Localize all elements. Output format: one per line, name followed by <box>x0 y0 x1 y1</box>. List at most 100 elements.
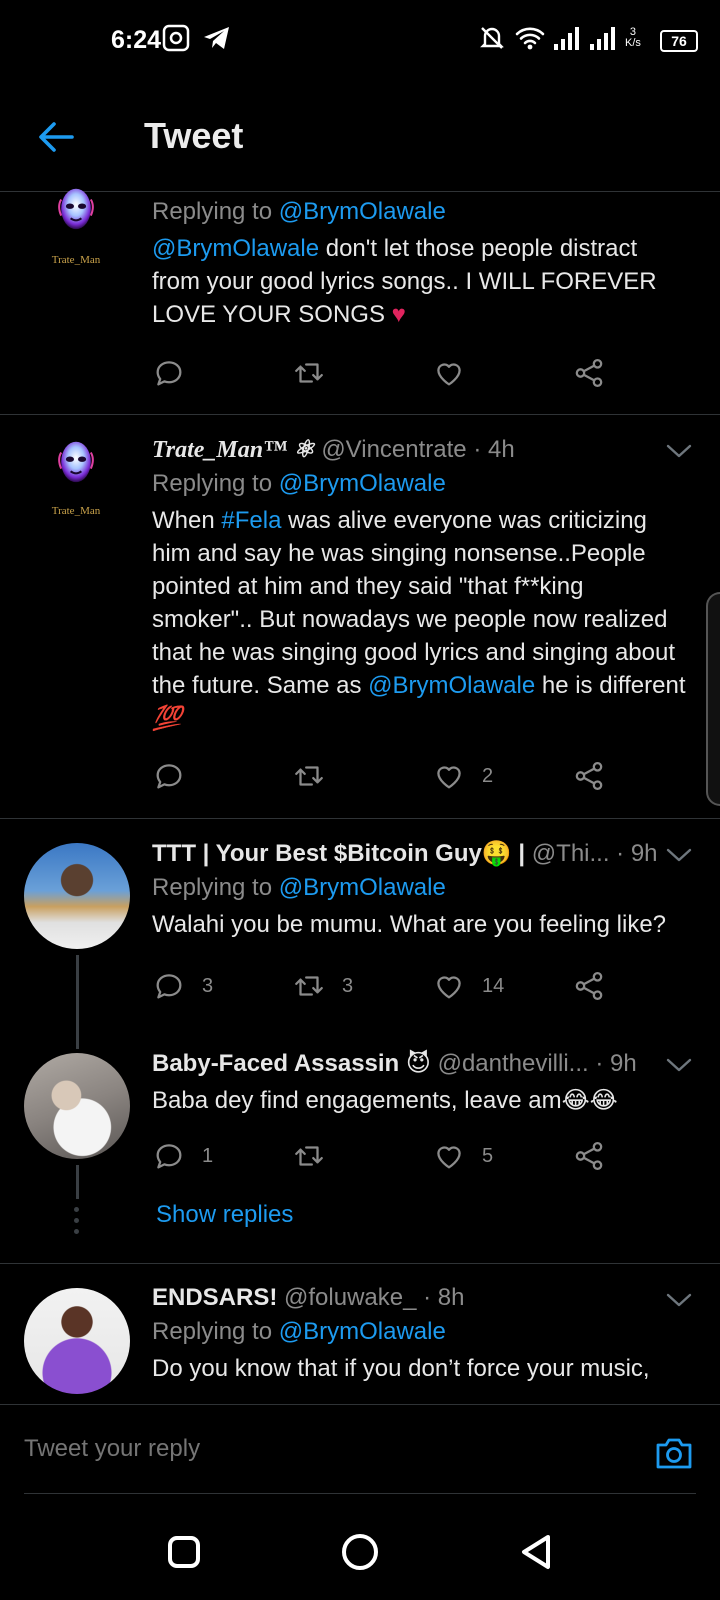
share-button[interactable] <box>572 759 606 793</box>
heart-icon <box>432 969 466 1003</box>
avatar[interactable]: Trate_Man <box>40 192 112 284</box>
replying-to-link[interactable]: @BrymOlawale <box>279 1318 446 1345</box>
replying-prefix: Replying to <box>152 470 279 497</box>
speech-bubble-icon <box>152 356 186 390</box>
tweet-text: Baba dey find engagements, leave am😂😂 <box>152 1087 618 1114</box>
share-icon <box>572 759 606 793</box>
heart-icon <box>432 356 466 390</box>
avatar[interactable] <box>24 843 130 949</box>
tweet-header: TTT | Your Best $Bitcoin Guy🤑 | @Thi... … <box>152 839 690 868</box>
reply-button[interactable]: 1 <box>152 1139 213 1173</box>
speech-bubble-icon <box>152 1139 186 1173</box>
tweet-content: Replying to @BrymOlawale @BrymOlawale do… <box>152 198 690 331</box>
tweet-reply[interactable]: Baby-Faced Assassin 😈 @danthevilli... · … <box>0 1049 720 1264</box>
retweet-button[interactable] <box>292 356 326 390</box>
tweet-content: Baby-Faced Assassin 😈 @danthevilli... · … <box>152 1049 690 1117</box>
display-name[interactable]: Baby-Faced Assassin 😈 <box>152 1050 431 1077</box>
display-name[interactable]: TTT | Your Best $Bitcoin Guy🤑 | <box>152 840 525 867</box>
share-button[interactable] <box>572 1139 606 1173</box>
timestamp: · 4h <box>466 436 515 463</box>
tweet-header: ENDSARS! @foluwake_ · 8h <box>152 1284 690 1312</box>
recent-apps-icon[interactable] <box>164 1532 204 1572</box>
display-name[interactable]: Trate_Man™ ⚛ <box>152 437 315 463</box>
handle[interactable]: @danthevilli... <box>431 1050 589 1077</box>
retweet-button[interactable]: 3 <box>292 969 353 1003</box>
tweet-text: Walahi you be mumu. What are you feeling… <box>152 911 667 938</box>
handle[interactable]: @Vincentrate <box>321 436 466 463</box>
chevron-down-icon[interactable] <box>666 1292 692 1308</box>
tweet-content: Trate_Man™ ⚛ @Vincentrate · 4h Replying … <box>152 435 690 735</box>
replying-to-link[interactable]: @BrymOlawale <box>279 874 446 901</box>
chevron-down-icon[interactable] <box>666 443 692 459</box>
share-button[interactable] <box>572 969 606 1003</box>
tweet-text: Do you know that if you don’t force your… <box>152 1355 650 1382</box>
replying-prefix: Replying to <box>152 1318 279 1345</box>
hundred-emoji: 💯 <box>152 705 182 732</box>
thread-connector <box>76 1165 79 1199</box>
replying-to-link[interactable]: @BrymOlawale <box>279 198 446 225</box>
tweet-reply[interactable]: Trate_Man Replying to @BrymOlawale @Brym… <box>0 192 720 415</box>
edge-panel-handle[interactable] <box>706 592 720 806</box>
reply-input[interactable] <box>24 1435 604 1463</box>
hashtag-link[interactable]: #Fela <box>221 507 281 534</box>
retweet-icon <box>292 1139 326 1173</box>
avatar[interactable] <box>24 1288 130 1394</box>
thread-connector <box>76 955 79 1049</box>
handle[interactable]: @Thi... <box>525 840 610 867</box>
like-button[interactable]: 2 <box>432 759 493 793</box>
replying-prefix: Replying to <box>152 198 279 225</box>
replying-to-link[interactable]: @BrymOlawale <box>279 470 446 497</box>
like-button[interactable]: 5 <box>432 1139 493 1173</box>
tweet-actions: 2 <box>152 759 622 795</box>
heart-icon <box>432 1139 466 1173</box>
network-speed-unit: K/s <box>625 37 641 49</box>
chevron-down-icon[interactable] <box>666 847 692 863</box>
tweet-content: ENDSARS! @foluwake_ · 8h Replying to @Br… <box>152 1284 690 1385</box>
retweet-icon <box>292 969 326 1003</box>
tweet-header: Baby-Faced Assassin 😈 @danthevilli... · … <box>152 1049 690 1078</box>
retweet-button[interactable] <box>292 759 326 793</box>
tweet-reply[interactable]: ENDSARS! @foluwake_ · 8h Replying to @Br… <box>0 1264 720 1403</box>
replying-to: Replying to @BrymOlawale <box>152 198 690 226</box>
retweet-icon <box>292 356 326 390</box>
wifi-icon <box>515 27 545 50</box>
tweet-reply[interactable]: TTT | Your Best $Bitcoin Guy🤑 | @Thi... … <box>0 819 720 1049</box>
heart-emoji: ♥ <box>391 301 406 328</box>
like-button[interactable] <box>432 356 466 390</box>
status-bar: 6:24 3 K/s 76 <box>0 0 720 80</box>
replying-prefix: Replying to <box>152 874 279 901</box>
reply-composer <box>0 1404 720 1501</box>
retweet-button[interactable] <box>292 1139 326 1173</box>
home-icon[interactable] <box>340 1532 380 1572</box>
speech-bubble-icon <box>152 759 186 793</box>
tweet-text-part: was alive everyone was criticizing him a… <box>152 507 676 699</box>
reply-button[interactable] <box>152 759 186 793</box>
display-name[interactable]: ENDSARS! <box>152 1284 277 1311</box>
mention-link[interactable]: @BrymOlawale <box>368 672 535 699</box>
reply-button[interactable] <box>152 356 186 390</box>
replying-to: Replying to @BrymOlawale <box>152 470 690 498</box>
timestamp: · 9h <box>609 840 658 867</box>
camera-icon[interactable] <box>654 1433 694 1473</box>
status-time: 6:24 <box>111 26 162 54</box>
avatar[interactable]: Trate_Man <box>40 439 112 531</box>
composer-underline <box>24 1493 696 1494</box>
speech-bubble-icon <box>152 969 186 1003</box>
chevron-down-icon[interactable] <box>666 1057 692 1073</box>
handle[interactable]: @foluwake_ <box>277 1284 416 1311</box>
avatar[interactable] <box>24 1053 130 1159</box>
mention-link[interactable]: @BrymOlawale <box>152 235 319 262</box>
share-button[interactable] <box>572 356 606 390</box>
arrow-left-icon[interactable] <box>36 117 76 157</box>
logo-caption: Trate_Man <box>51 254 101 266</box>
screen-record-icon <box>162 24 190 52</box>
tweet-actions <box>152 356 622 392</box>
replying-to: Replying to @BrymOlawale <box>152 1318 690 1346</box>
show-replies-link[interactable]: Show replies <box>156 1201 293 1229</box>
back-nav-icon[interactable] <box>516 1532 556 1572</box>
reply-button[interactable]: 3 <box>152 969 213 1003</box>
tweet-reply[interactable]: Trate_Man Trate_Man™ ⚛ @Vincentrate · 4h… <box>0 415 720 819</box>
skull-logo-icon <box>40 439 112 501</box>
thread-dots <box>74 1207 80 1240</box>
like-button[interactable]: 14 <box>432 969 504 1003</box>
